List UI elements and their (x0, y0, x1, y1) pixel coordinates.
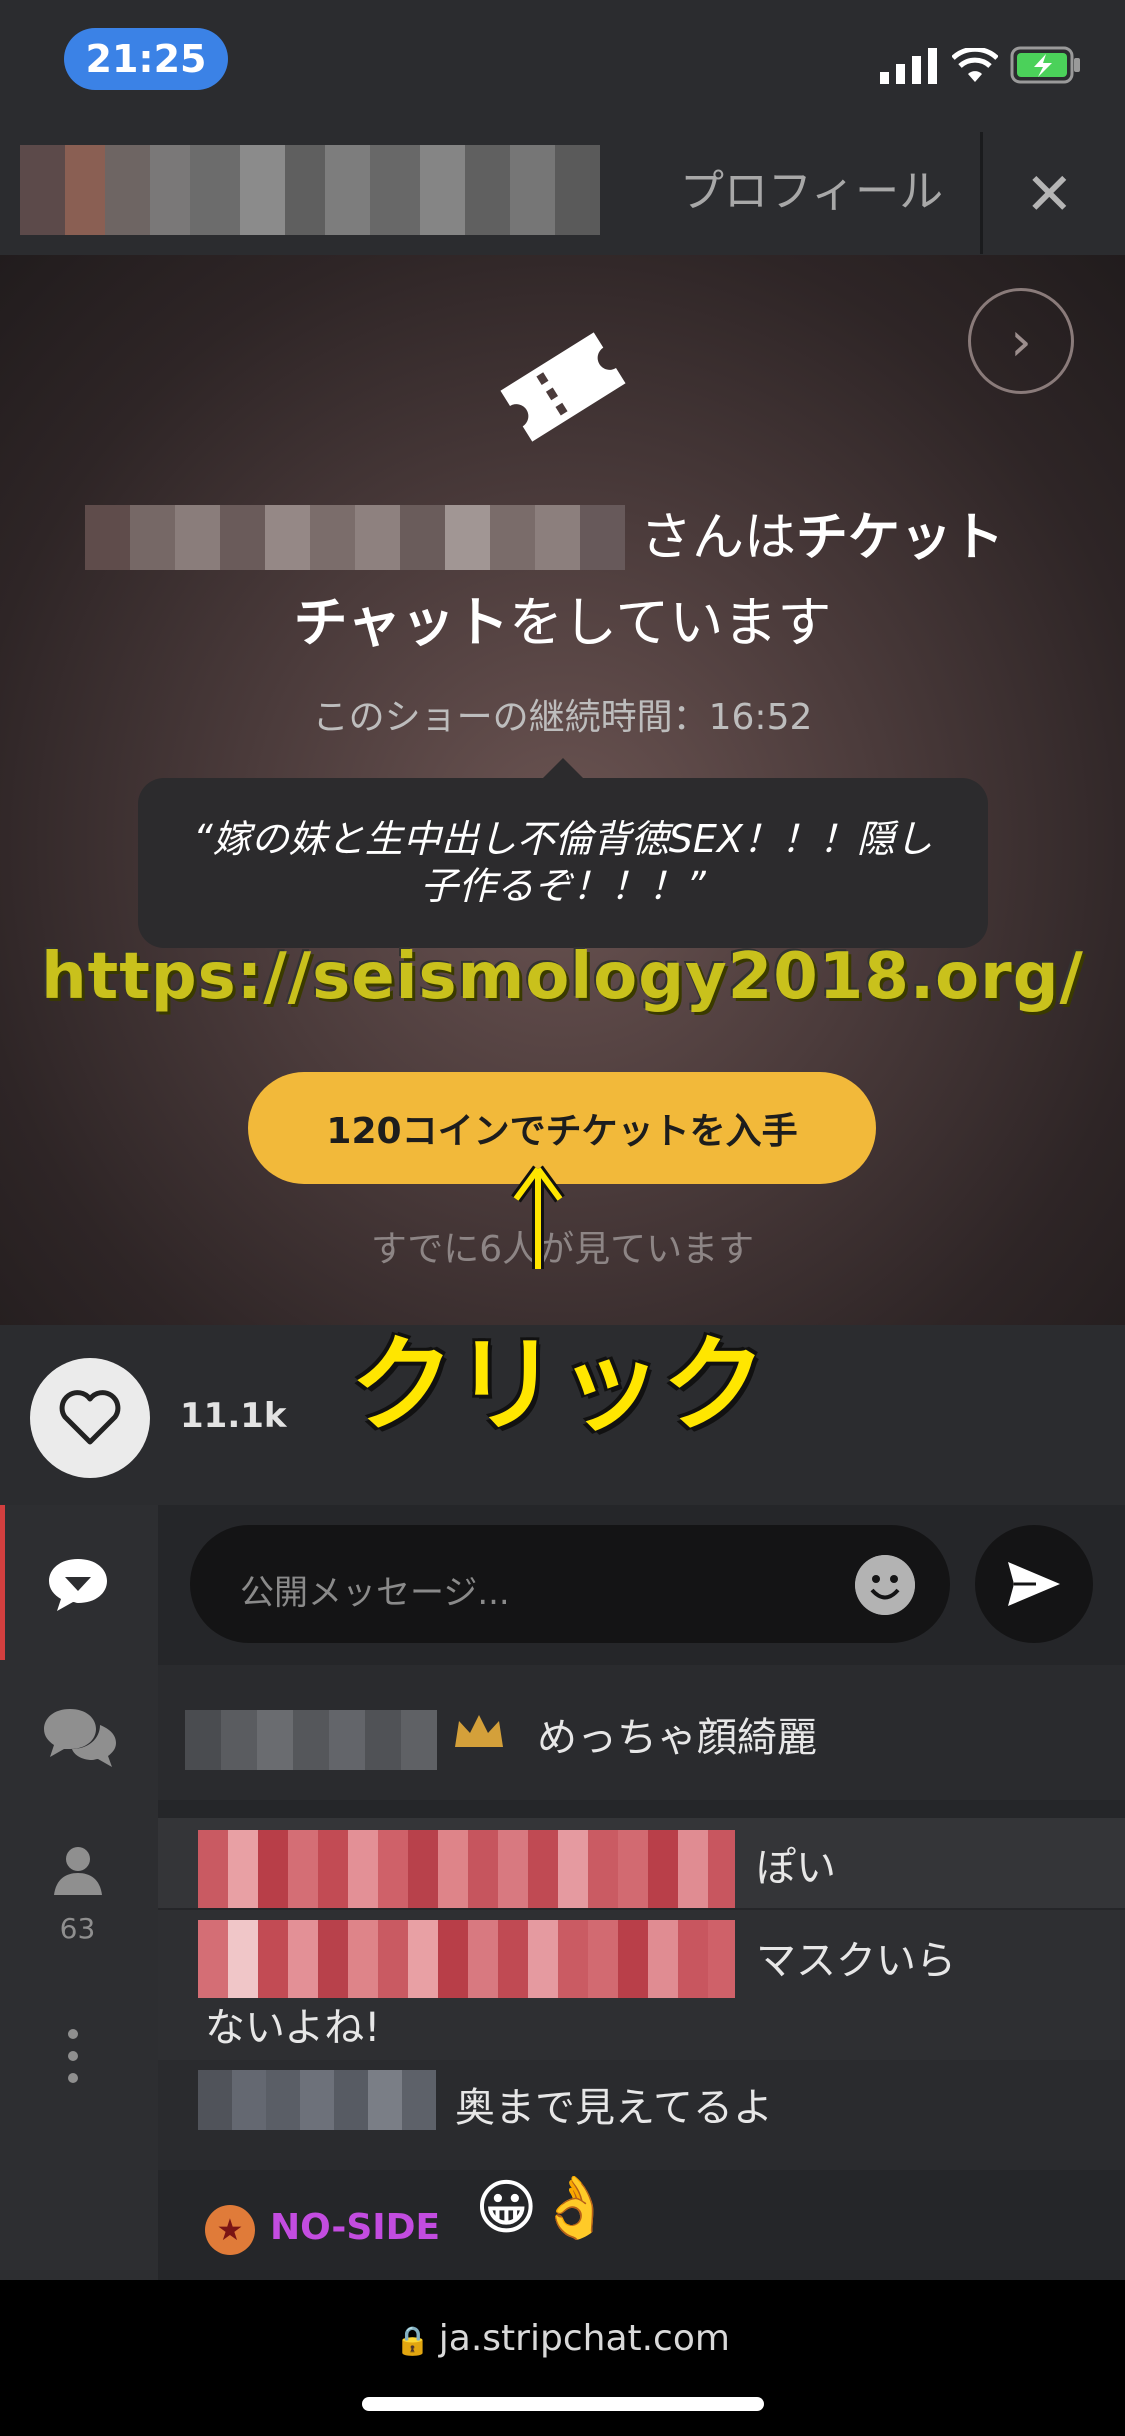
signal-icon (880, 48, 937, 84)
click-annotation: クリック (350, 1324, 767, 1446)
topic-bubble-tip (541, 758, 585, 780)
browser-domain[interactable]: 🔒 ja.stripchat.com (0, 2318, 1125, 2359)
ticket-icon (500, 332, 626, 442)
up-arrow-annotation (511, 1165, 565, 1269)
url-watermark: https://seismology2018.org/ (41, 940, 1084, 1014)
chat-message-emoji: 😀👌 (475, 2173, 613, 2243)
heart-icon (59, 1390, 121, 1445)
user-list-tab-icon[interactable] (52, 1845, 104, 1897)
chat-message-text: めっちゃ顔綺麗 (537, 1715, 817, 1761)
domain-text: ja.stripchat.com (438, 2318, 730, 2359)
chat-username[interactable]: NO-SIDE (270, 2207, 440, 2248)
chat-username-blurred (198, 2070, 436, 2130)
chat-username-blurred (198, 1920, 735, 1998)
streamer-name-blurred (20, 145, 600, 235)
active-tab-indicator (0, 1505, 5, 1660)
chat-username-blurred (185, 1710, 437, 1770)
next-stream-button[interactable]: › (968, 288, 1074, 394)
streamer-name-blurred-2 (85, 505, 625, 570)
header-divider (980, 132, 983, 254)
send-icon (1008, 1562, 1060, 1606)
chevron-right-icon: › (1010, 309, 1032, 373)
user-count: 63 (59, 1912, 96, 1945)
user-level-badge-icon: ★ (205, 2205, 255, 2255)
close-button[interactable]: ✕ (1025, 160, 1074, 228)
like-button[interactable] (30, 1358, 150, 1478)
public-chat-tab-icon[interactable] (45, 1555, 111, 1613)
show-topic: “嫁の妹と生中出し不倫背徳SEX！！！隠し子作るぞ！！！” (138, 778, 988, 948)
chat-username-blurred (198, 1830, 735, 1908)
status-time: 21:25 (64, 28, 228, 90)
show-duration: このショーの継続時間：16:52 (312, 697, 813, 738)
show-title-line1: さんはチケット (640, 508, 1005, 568)
battery-icon (1010, 46, 1080, 84)
chat-message-text: ぽい (756, 1845, 836, 1891)
chat-message-text: 奥まで見えてるよ (455, 2085, 773, 2131)
wifi-icon (952, 48, 998, 82)
chat-message-text-cont: ないよね! (205, 2005, 381, 2051)
like-count: 11.1k (180, 1396, 287, 1436)
more-options-icon[interactable] (66, 2028, 80, 2084)
crown-icon (455, 1715, 503, 1747)
home-indicator[interactable] (362, 2397, 764, 2411)
message-placeholder: 公開メッセージ... (240, 1573, 510, 1613)
profile-link[interactable]: プロフィール (680, 155, 943, 219)
lock-icon: 🔒 (395, 2324, 439, 2357)
chat-message-text: マスクいら (756, 1938, 956, 1984)
private-chat-tab-icon[interactable] (40, 1705, 120, 1769)
emoji-picker-icon[interactable] (855, 1555, 915, 1615)
send-button[interactable] (975, 1525, 1093, 1643)
show-title-line2: チャットをしています (293, 591, 832, 654)
